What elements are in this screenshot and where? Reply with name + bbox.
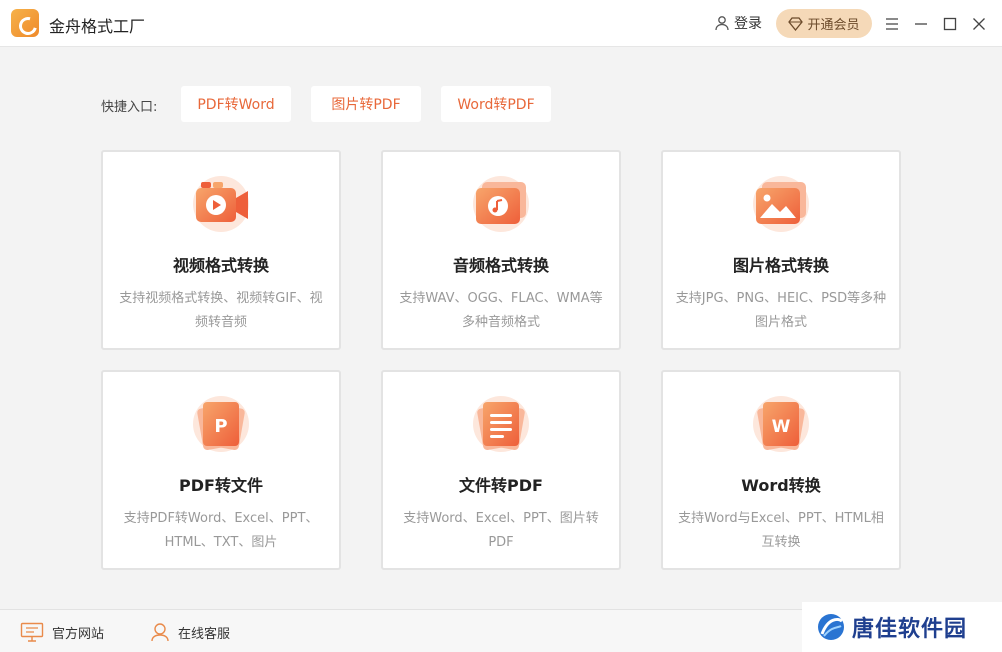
user-icon — [715, 16, 729, 31]
customer-service-icon — [151, 623, 169, 642]
official-website-label: 官方网站 — [52, 626, 105, 642]
video-icon — [193, 176, 249, 232]
quick-word-to-pdf-button[interactable]: Word转PDF — [441, 86, 551, 122]
card-title: 音频格式转换 — [452, 256, 549, 275]
card-title: PDF转文件 — [179, 476, 263, 495]
quick-image-to-pdf-button[interactable]: 图片转PDF — [311, 86, 421, 122]
watermark: 唐佳软件园 — [802, 602, 1002, 652]
vip-label: 开通会员 — [807, 18, 860, 33]
card-title: Word转换 — [741, 476, 821, 495]
word-w-icon: W — [753, 396, 809, 452]
login-label: 登录 — [734, 16, 762, 32]
online-service-link[interactable]: 在线客服 — [150, 622, 230, 642]
music-icon — [473, 176, 529, 232]
card-description: 支持JPG、PNG、HEIC、PSD等多种图片格式 — [675, 291, 887, 330]
card-pdf-to-file[interactable]: P PDF转文件 支持PDF转Word、Excel、PPT、HTML、TXT、图… — [101, 370, 341, 570]
image-icon — [753, 176, 809, 232]
card-description: 支持Word与Excel、PPT、HTML相互转换 — [678, 511, 884, 550]
app-title: 金舟格式工厂 — [49, 17, 146, 36]
card-description: 支持WAV、OGG、FLAC、WMA等多种音频格式 — [399, 291, 603, 330]
document-icon — [473, 396, 529, 452]
card-word-convert[interactable]: W Word转换 支持Word与Excel、PPT、HTML相互转换 — [661, 370, 901, 570]
card-description: 支持Word、Excel、PPT、图片转PDF — [403, 511, 599, 550]
card-image-convert[interactable]: 图片格式转换 支持JPG、PNG、HEIC、PSD等多种图片格式 — [661, 150, 901, 350]
online-service-label: 在线客服 — [178, 626, 231, 642]
app-logo-icon — [11, 9, 39, 37]
vip-button[interactable]: 开通会员 — [776, 9, 872, 38]
card-title: 文件转PDF — [459, 476, 543, 495]
diamond-icon — [788, 16, 804, 31]
watermark-logo-icon — [818, 614, 844, 640]
card-file-to-pdf[interactable]: 文件转PDF 支持Word、Excel、PPT、图片转PDF — [381, 370, 621, 570]
minimize-icon[interactable] — [911, 14, 931, 34]
quick-pdf-to-word-button[interactable]: PDF转Word — [181, 86, 291, 122]
quick-entry-label: 快捷入口: — [101, 100, 158, 115]
close-icon[interactable] — [969, 14, 989, 34]
watermark-text: 唐佳软件园 — [852, 617, 968, 642]
maximize-icon[interactable] — [940, 14, 960, 34]
card-audio-convert[interactable]: 音频格式转换 支持WAV、OGG、FLAC、WMA等多种音频格式 — [381, 150, 621, 350]
pdf-p-icon: P — [193, 396, 249, 452]
svg-text:W: W — [772, 417, 791, 437]
card-title: 图片格式转换 — [732, 256, 829, 275]
title-bar: 金舟格式工厂 登录 开通会员 — [0, 0, 1002, 47]
login-button[interactable]: 登录 — [714, 13, 762, 33]
card-description: 支持视频格式转换、视频转GIF、视频转音频 — [119, 291, 323, 330]
menu-icon[interactable] — [882, 14, 902, 34]
svg-text:P: P — [214, 416, 227, 437]
monitor-icon — [20, 622, 44, 642]
card-description: 支持PDF转Word、Excel、PPT、HTML、TXT、图片 — [123, 511, 319, 550]
official-website-link[interactable]: 官方网站 — [20, 622, 104, 642]
card-video-convert[interactable]: 视频格式转换 支持视频格式转换、视频转GIF、视频转音频 — [101, 150, 341, 350]
card-title: 视频格式转换 — [172, 256, 269, 275]
